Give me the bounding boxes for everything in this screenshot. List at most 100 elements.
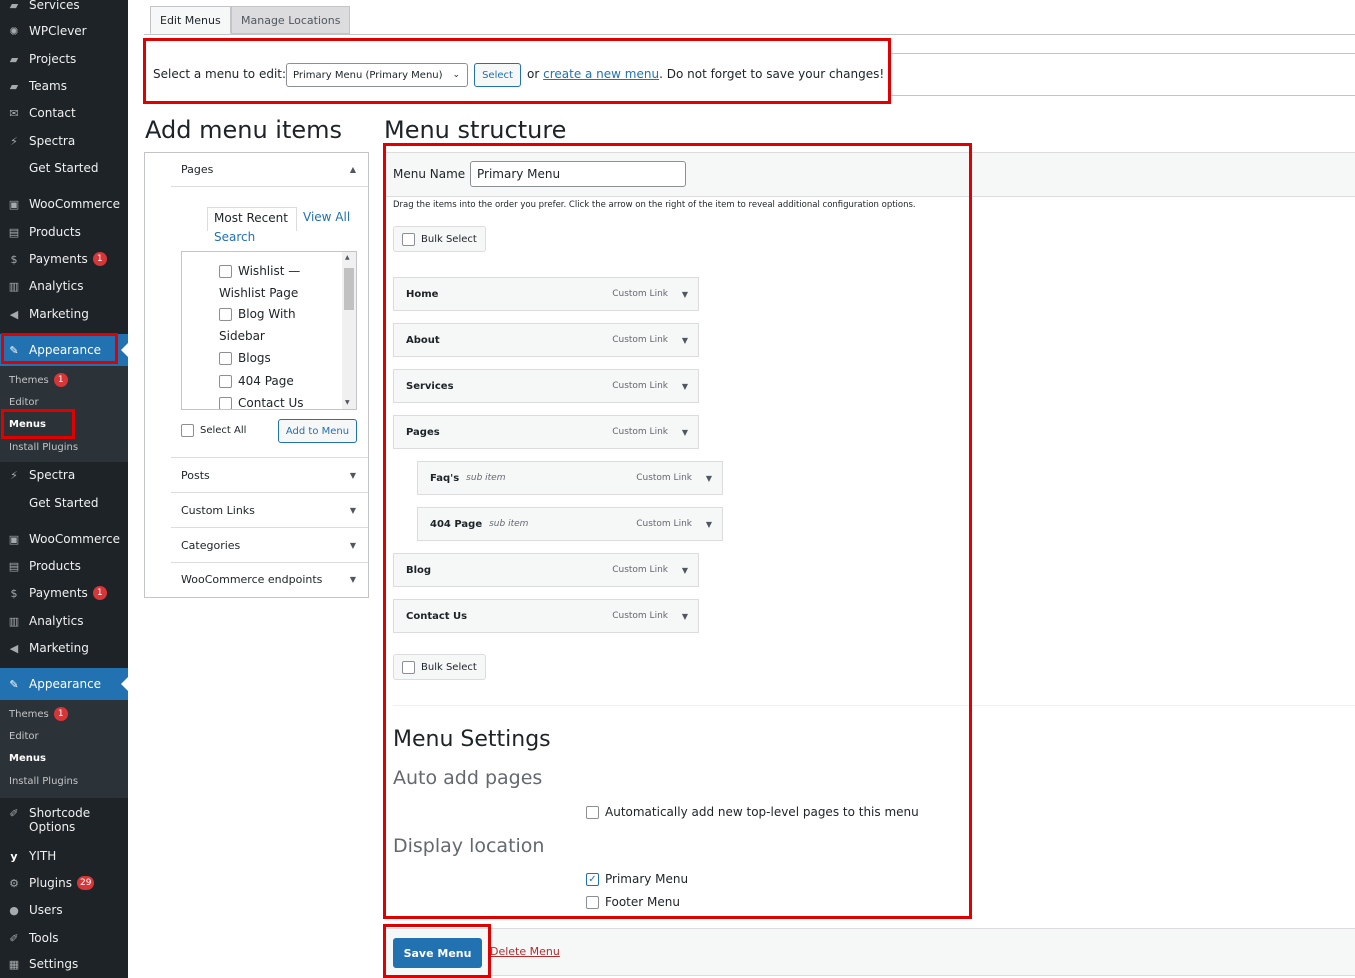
checkbox[interactable]	[219, 351, 232, 365]
menu-name-input[interactable]: Primary Menu	[470, 161, 686, 187]
pages-accordion-header[interactable]: Pages ▲	[171, 152, 368, 187]
megaphone-icon: ◀	[9, 641, 19, 655]
menu-item-pages[interactable]: Pages Custom Link ▼	[393, 415, 699, 449]
primary-menu-checkbox[interactable]: ✓ Primary Menu	[586, 872, 688, 886]
sidebar-item-teams[interactable]: ▰ Teams	[0, 78, 128, 94]
checkbox[interactable]	[181, 424, 194, 437]
sidebar-item-analytics[interactable]: ▥ Analytics	[0, 278, 128, 294]
sidebar-item-marketing[interactable]: ◀ Marketing	[0, 640, 128, 656]
select-all-checkbox[interactable]: Select All	[181, 424, 246, 437]
sidebar-item-services[interactable]: ▰ Services	[0, 0, 128, 12]
submenu-menus[interactable]: Menus	[0, 752, 128, 765]
tab-search[interactable]: Search	[214, 230, 255, 244]
bulb-icon: ✺	[9, 24, 19, 38]
page-checkbox-404[interactable]: 404 Page	[219, 374, 294, 388]
bulk-select-bottom[interactable]: Bulk Select	[393, 654, 486, 680]
sidebar-item-marketing[interactable]: ◀ Marketing	[0, 306, 128, 322]
sidebar-item-products[interactable]: ▤ Products	[0, 558, 128, 574]
sidebar-item-woocommerce[interactable]: ▣ WooCommerce	[0, 196, 128, 212]
sidebar-item-analytics[interactable]: ▥ Analytics	[0, 613, 128, 629]
delete-menu-link[interactable]: Delete Menu	[490, 945, 560, 958]
bar-bottom-line	[888, 95, 1355, 96]
sidebar-item-payments[interactable]: $ Payments 1	[0, 251, 128, 267]
checkbox[interactable]	[402, 232, 415, 246]
checkbox[interactable]	[586, 895, 599, 909]
menu-name-label: Menu Name	[393, 167, 466, 181]
page-checkbox-blogs[interactable]: Blogs	[219, 351, 271, 365]
auto-add-checkbox[interactable]: Automatically add new top-level pages to…	[586, 805, 919, 819]
menu-item-404-page[interactable]: 404 Page sub item Custom Link ▼	[417, 507, 723, 541]
triangle-down-icon[interactable]: ▼	[682, 428, 688, 437]
sidebar-item-woocommerce[interactable]: ▣ WooCommerce	[0, 531, 128, 547]
select-button[interactable]: Select	[474, 63, 521, 87]
payments-badge: 1	[92, 586, 107, 600]
triangle-down-icon[interactable]: ▼	[682, 290, 688, 299]
triangle-down-icon[interactable]: ▼	[682, 612, 688, 621]
sidebar-item-shortcode-options[interactable]: ✐ Shortcode Options	[0, 806, 128, 836]
add-to-menu-button[interactable]: Add to Menu	[278, 419, 357, 443]
page-checkbox-wishlist[interactable]: Wishlist —	[219, 264, 300, 278]
sidebar-item-get-started[interactable]: Get Started	[0, 160, 128, 176]
submenu-install-plugins[interactable]: Install Plugins	[0, 441, 128, 454]
custom-links-accordion[interactable]: Custom Links ▼	[171, 492, 368, 527]
add-menu-items-title: Add menu items	[145, 116, 343, 144]
sidebar-item-spectra[interactable]: ⚡ Spectra	[0, 467, 128, 483]
sidebar-item-wpclever[interactable]: ✺ WPClever	[0, 23, 128, 39]
triangle-down-icon[interactable]: ▼	[682, 336, 688, 345]
sidebar-item-contact[interactable]: ✉ Contact	[0, 105, 128, 121]
menu-select[interactable]: Primary Menu (Primary Menu) ⌄	[286, 63, 468, 87]
posts-accordion[interactable]: Posts ▼	[171, 457, 368, 492]
sidebar-item-projects[interactable]: ▰ Projects	[0, 51, 128, 67]
checkbox[interactable]	[219, 307, 232, 321]
submenu-editor[interactable]: Editor	[0, 730, 128, 743]
triangle-down-icon[interactable]: ▼	[706, 474, 712, 483]
categories-accordion[interactable]: Categories ▼	[171, 527, 368, 562]
menu-item-home[interactable]: Home Custom Link ▼	[393, 277, 699, 311]
triangle-down-icon[interactable]: ▼	[706, 520, 712, 529]
scrollbar-thumb[interactable]	[344, 268, 354, 310]
tab-manage-locations[interactable]: Manage Locations	[231, 6, 351, 34]
save-menu-button[interactable]: Save Menu	[393, 938, 482, 968]
footer-menu-checkbox[interactable]: Footer Menu	[586, 895, 680, 909]
menu-item-about[interactable]: About Custom Link ▼	[393, 323, 699, 357]
tab-view-all[interactable]: View All	[303, 210, 350, 224]
checkbox[interactable]	[219, 374, 232, 388]
sidebar-item-payments[interactable]: $ Payments 1	[0, 585, 128, 601]
sidebar-item-appearance[interactable]: ✎ Appearance	[0, 676, 128, 692]
sidebar-item-yith[interactable]: y YITH	[0, 848, 128, 864]
sidebar-item-appearance[interactable]: ✎ Appearance	[0, 342, 128, 358]
submenu-themes[interactable]: Themes 1	[0, 373, 128, 387]
sidebar-item-tools[interactable]: ✐ Tools	[0, 930, 128, 946]
sidebar-item-products[interactable]: ▤ Products	[0, 224, 128, 240]
page-label-wishlist: Wishlist Page	[219, 286, 299, 300]
checkbox[interactable]	[219, 264, 232, 278]
checkbox[interactable]	[219, 397, 232, 409]
woo-endpoints-accordion[interactable]: WooCommerce endpoints ▼	[171, 562, 368, 596]
triangle-down-icon[interactable]: ▼	[682, 566, 688, 575]
checkbox[interactable]	[402, 660, 415, 674]
scrollbar[interactable]: ▲ ▼	[342, 252, 356, 409]
page-checkbox-blog-with-sidebar[interactable]: Blog With	[219, 307, 296, 321]
sidebar-item-spectra[interactable]: ⚡ Spectra	[0, 133, 128, 149]
triangle-down-icon[interactable]: ▼	[682, 382, 688, 391]
menu-item-services[interactable]: Services Custom Link ▼	[393, 369, 699, 403]
tab-most-recent[interactable]: Most Recent	[207, 207, 297, 231]
submenu-menus[interactable]: Menus	[0, 418, 128, 431]
checkbox-checked[interactable]: ✓	[586, 872, 599, 886]
submenu-editor[interactable]: Editor	[0, 396, 128, 409]
menu-item-blog[interactable]: Blog Custom Link ▼	[393, 553, 699, 587]
checkbox[interactable]	[586, 805, 599, 819]
sidebar-item-users[interactable]: ● Users	[0, 902, 128, 918]
bulk-select-top[interactable]: Bulk Select	[393, 226, 486, 252]
submenu-install-plugins[interactable]: Install Plugins	[0, 775, 128, 788]
tab-edit-menus[interactable]: Edit Menus	[150, 6, 231, 34]
sidebar-item-plugins[interactable]: ⚙ Plugins 29	[0, 875, 128, 891]
menu-item-faqs[interactable]: Faq's sub item Custom Link ▼	[417, 461, 723, 495]
sidebar-item-settings[interactable]: ▦ Settings	[0, 956, 128, 972]
page-checkbox-contact-us[interactable]: Contact Us	[219, 397, 304, 409]
sidebar-item-get-started[interactable]: Get Started	[0, 495, 128, 511]
menu-item-contact-us[interactable]: Contact Us Custom Link ▼	[393, 599, 699, 633]
triangle-down-icon: ▼	[349, 575, 356, 584]
submenu-themes[interactable]: Themes 1	[0, 707, 128, 721]
create-new-menu-link[interactable]: create a new menu	[543, 67, 659, 81]
